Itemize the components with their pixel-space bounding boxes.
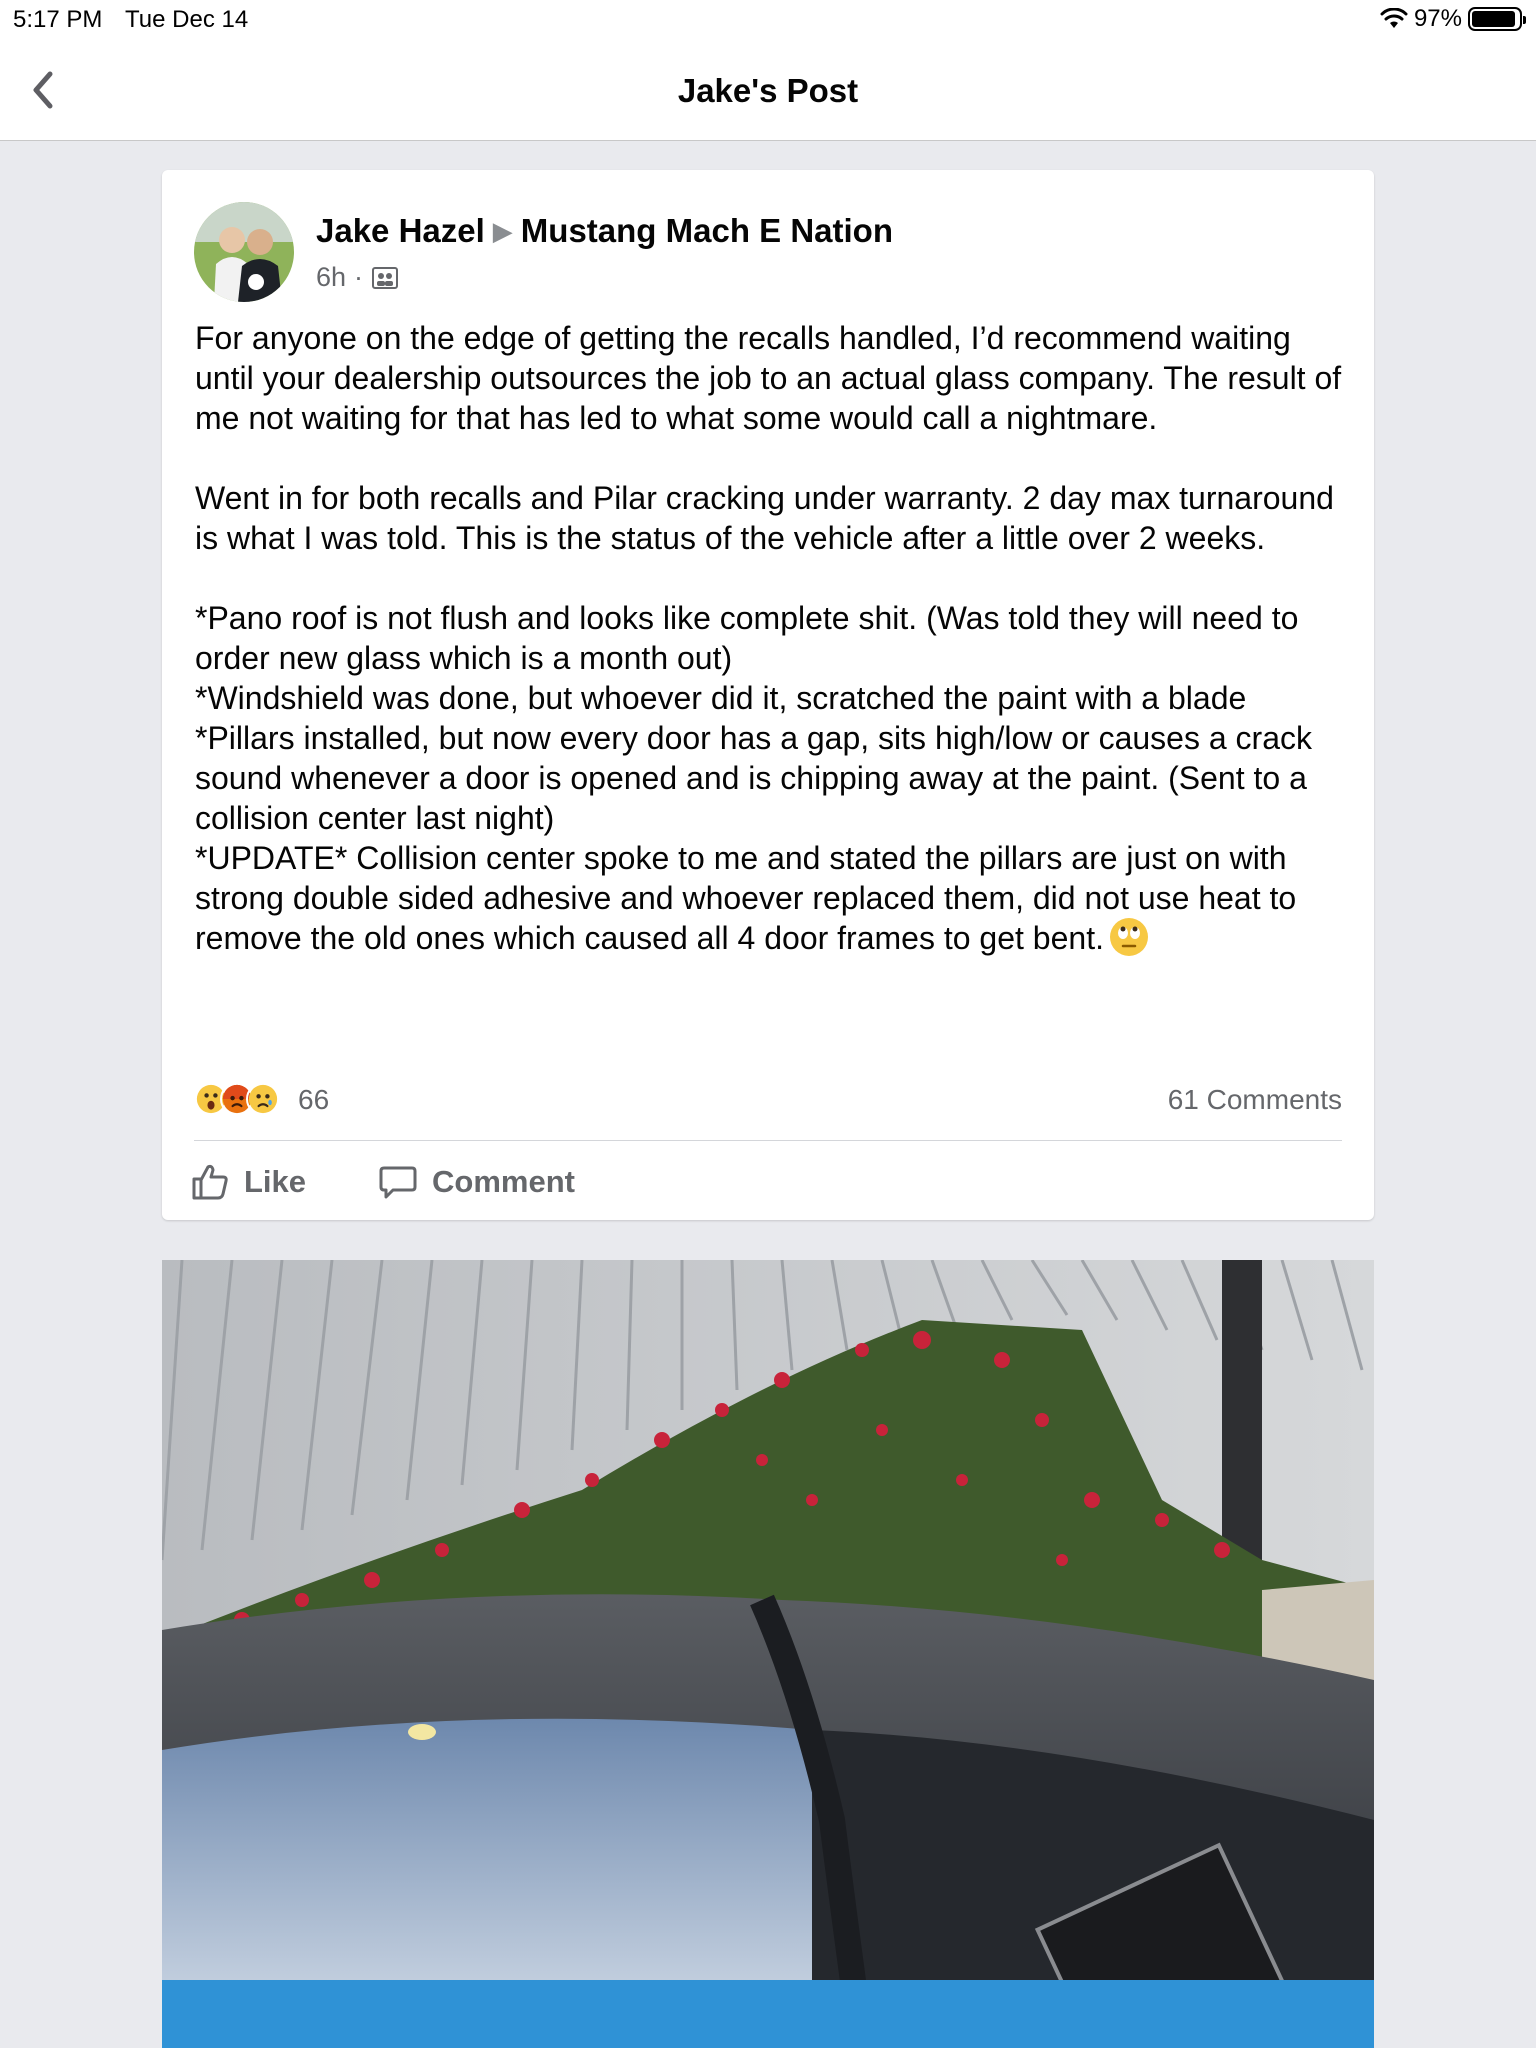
comment-label: Comment — [432, 1164, 575, 1199]
battery-percent: 97% — [1413, 5, 1462, 32]
status-date: Tue Dec 14 — [125, 6, 249, 33]
author-name[interactable]: Jake Hazel — [316, 212, 485, 249]
comment-icon — [379, 1166, 417, 1199]
comment-button[interactable]: Comment — [378, 1162, 575, 1202]
car-roof-photo — [162, 1260, 1374, 2048]
wifi-icon — [1380, 8, 1408, 28]
status-bar: 5:17 PM Tue Dec 14 97% — [0, 0, 1536, 40]
reaction-count[interactable]: 66 — [298, 1084, 329, 1116]
comments-count[interactable]: 61 Comments — [1168, 1084, 1342, 1116]
post-paragraph: Went in for both recalls and Pilar crack… — [195, 480, 1343, 556]
battery-icon — [1468, 7, 1526, 31]
post-text: For anyone on the edge of getting the re… — [195, 318, 1355, 960]
nav-bar: Jake's Post — [0, 40, 1536, 141]
thumbs-up-icon — [192, 1164, 228, 1200]
group-name[interactable]: Mustang Mach E Nation — [521, 212, 893, 249]
page-title: Jake's Post — [677, 72, 859, 109]
status-right: 97% — [1380, 5, 1526, 33]
like-label: Like — [244, 1164, 307, 1199]
divider — [194, 1140, 1342, 1141]
triangle-right-icon: ▶ — [492, 216, 513, 246]
avatar[interactable] — [194, 202, 294, 302]
meta-separator: · — [354, 262, 364, 292]
post-card: Jake Hazel ▶ Mustang Mach E Nation 6h · Fo… — [162, 170, 1374, 1220]
post-paragraph: For anyone on the edge of getting the re… — [195, 320, 1351, 436]
avatar-image — [194, 202, 294, 302]
author-line: Jake Hazel ▶ Mustang Mach E Nation — [316, 212, 893, 250]
post-paragraph: *Pano roof is not flush and looks like c… — [195, 600, 1312, 956]
like-button[interactable]: Like — [190, 1162, 306, 1202]
eye-roll-emoji-icon — [1109, 917, 1148, 956]
reactions-row: 66 61 Comments — [194, 1080, 1342, 1120]
reaction-icons[interactable] — [194, 1082, 280, 1116]
status-time: 5:17 PM — [13, 6, 103, 33]
post-photo[interactable] — [162, 1260, 1374, 2048]
post-time[interactable]: 6h — [316, 262, 346, 293]
group-icon — [372, 266, 399, 289]
post-meta: 6h · — [316, 262, 399, 293]
sad-reaction-icon — [246, 1082, 280, 1116]
